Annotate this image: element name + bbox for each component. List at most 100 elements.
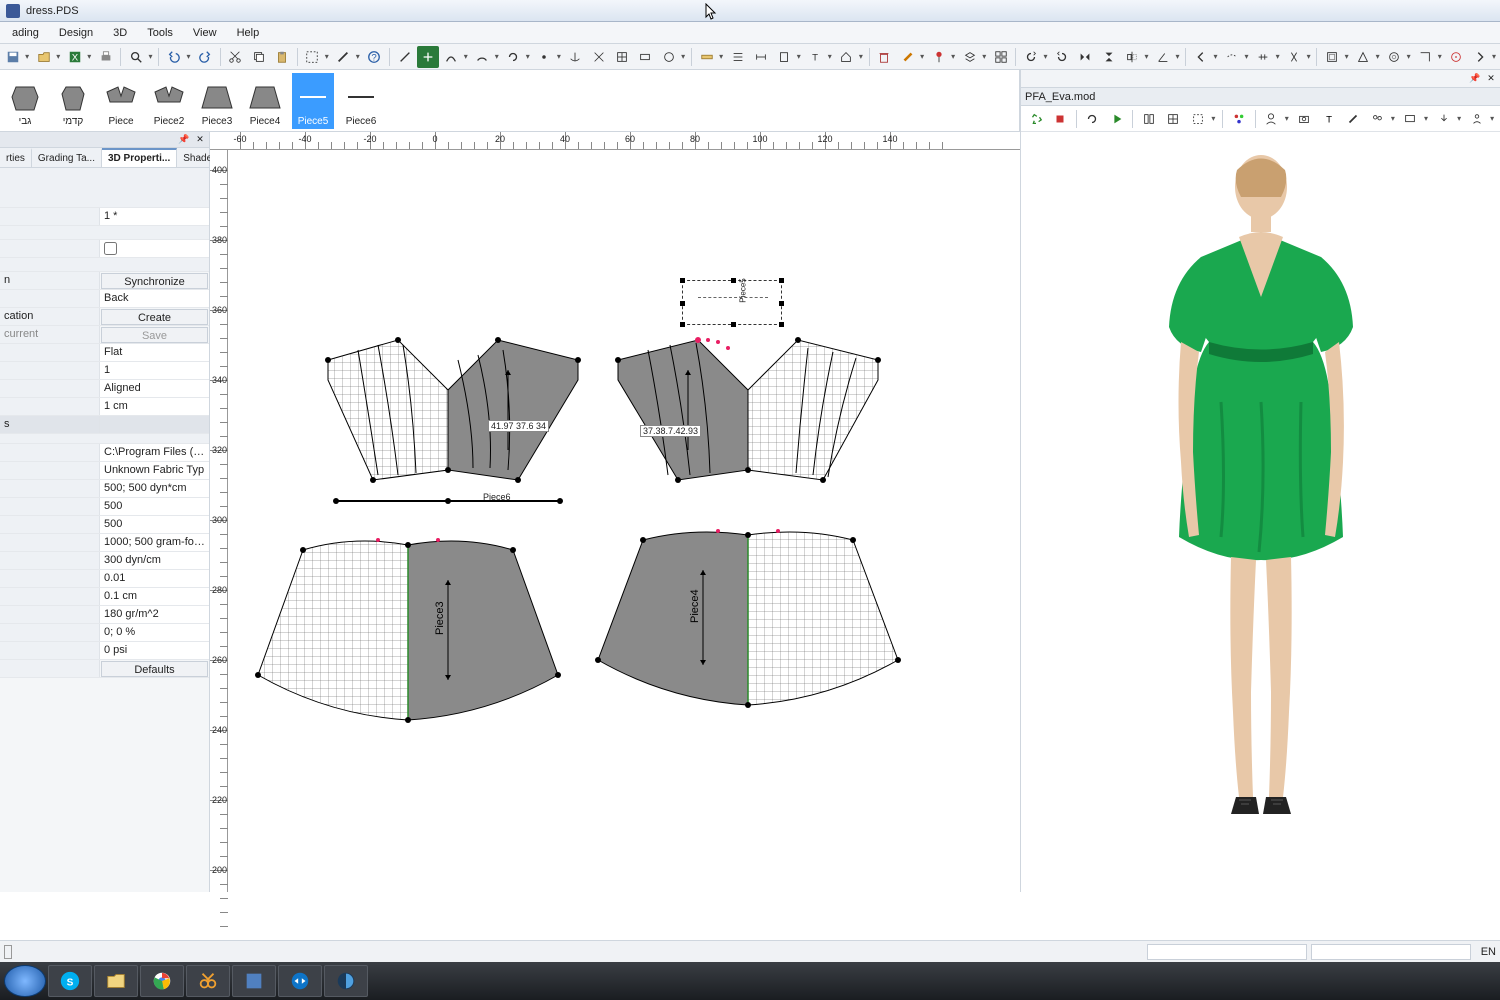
dropdown-icon[interactable]: ▾	[354, 52, 362, 61]
close-icon[interactable]: ✕	[193, 134, 207, 146]
taskbar-chrome-icon[interactable]	[140, 965, 184, 997]
grade2-tool-icon[interactable]	[1352, 46, 1373, 68]
avatar-icon[interactable]	[1260, 108, 1281, 130]
create-button[interactable]: Create	[101, 309, 208, 325]
paste-icon[interactable]	[271, 46, 292, 68]
menu-help[interactable]: Help	[227, 24, 270, 42]
pattern-tool-icon[interactable]	[774, 46, 795, 68]
taskbar-skype-icon[interactable]: S	[48, 965, 92, 997]
target-tool-icon[interactable]	[1446, 46, 1467, 68]
users-icon[interactable]	[1367, 108, 1388, 130]
dropdown-icon[interactable]: ▾	[323, 52, 331, 61]
view2-icon[interactable]	[1163, 108, 1184, 130]
piece-thumb-1[interactable]: קדמי	[52, 73, 94, 129]
taskbar-app1-icon[interactable]	[186, 965, 230, 997]
seam-tool-icon[interactable]	[1221, 46, 1242, 68]
grade4-tool-icon[interactable]	[1415, 46, 1436, 68]
excel-icon[interactable]: X	[64, 46, 85, 68]
dropdown-icon[interactable]: ▾	[85, 52, 93, 61]
mirror-tool-icon[interactable]	[1121, 46, 1142, 68]
tool-icon[interactable]	[333, 46, 354, 68]
scissors-tool-icon[interactable]	[588, 46, 609, 68]
refresh-icon[interactable]	[1082, 108, 1103, 130]
curve-tool-icon[interactable]	[441, 46, 462, 68]
dropdown-icon[interactable]: ▾	[54, 52, 62, 61]
tab-grading[interactable]: Grading Ta...	[32, 148, 102, 167]
pattern-piece-right-top[interactable]	[608, 330, 888, 490]
home-tool-icon[interactable]	[836, 46, 857, 68]
pin-tool-icon[interactable]	[928, 46, 949, 68]
anchor-tool-icon[interactable]	[565, 46, 586, 68]
copy-icon[interactable]	[248, 46, 269, 68]
text3d-icon[interactable]: T	[1318, 108, 1339, 130]
prop-checkbox[interactable]	[104, 242, 117, 255]
flip-v-icon[interactable]	[1098, 46, 1119, 68]
piece-thumb-0[interactable]: גבי	[4, 73, 46, 129]
align-tool-icon[interactable]	[727, 46, 748, 68]
taskbar-app3-icon[interactable]	[324, 965, 368, 997]
layer-tool-icon[interactable]	[959, 46, 980, 68]
pin-icon[interactable]: 📌	[1468, 73, 1482, 85]
brush-tool-icon[interactable]	[897, 46, 918, 68]
taskbar-teamviewer-icon[interactable]	[278, 965, 322, 997]
zoom-icon[interactable]	[125, 46, 146, 68]
redo-icon[interactable]	[194, 46, 215, 68]
arc-tool-icon[interactable]	[472, 46, 493, 68]
menu-3d[interactable]: 3D	[103, 24, 137, 42]
export-icon[interactable]	[1433, 108, 1454, 130]
delete-tool-icon[interactable]	[874, 46, 895, 68]
people-icon[interactable]	[1466, 108, 1487, 130]
circle-tool-icon[interactable]	[658, 46, 679, 68]
material-icon[interactable]	[1228, 108, 1249, 130]
rot-ccw-icon[interactable]	[1051, 46, 1072, 68]
cut-icon[interactable]	[225, 46, 246, 68]
measure-tool-icon[interactable]	[696, 46, 717, 68]
piece-thumb-6[interactable]: Piece5	[292, 73, 334, 129]
open-icon[interactable]	[33, 46, 54, 68]
display-icon[interactable]	[1400, 108, 1421, 130]
rect-tool-icon[interactable]	[635, 46, 656, 68]
pattern-piece6[interactable]	[333, 495, 563, 507]
undo-icon[interactable]	[163, 46, 184, 68]
synchronize-button[interactable]: Synchronize	[101, 273, 208, 289]
save-button[interactable]: Save	[101, 327, 208, 343]
arrow-l-icon[interactable]	[1190, 46, 1211, 68]
dropdown-icon[interactable]: ▾	[185, 52, 193, 61]
3d-viewport[interactable]	[1021, 132, 1500, 892]
arrow-r-icon[interactable]	[1469, 46, 1490, 68]
view1-icon[interactable]	[1138, 108, 1159, 130]
grid2-tool-icon[interactable]	[990, 46, 1011, 68]
piece-thumb-7[interactable]: Piece6	[340, 73, 382, 129]
play-icon[interactable]	[1106, 108, 1127, 130]
select-icon[interactable]	[302, 46, 323, 68]
taskbar-app2-icon[interactable]	[232, 965, 276, 997]
help-icon[interactable]: ?	[364, 46, 385, 68]
tab-3d-properties[interactable]: 3D Properti...	[102, 148, 177, 167]
menu-view[interactable]: View	[183, 24, 227, 42]
defaults-button[interactable]: Defaults	[101, 661, 208, 677]
piece-thumb-4[interactable]: Piece3	[196, 73, 238, 129]
dim-tool-icon[interactable]	[750, 46, 771, 68]
grid-tool-icon[interactable]	[611, 46, 632, 68]
taskbar-explorer-icon[interactable]	[94, 965, 138, 997]
dropdown-icon[interactable]: ▾	[147, 52, 155, 61]
pattern-piece4[interactable]: Piece4	[588, 515, 908, 715]
menu-design[interactable]: Design	[49, 24, 103, 42]
rot-cw-icon[interactable]	[1020, 46, 1041, 68]
save-icon[interactable]	[2, 46, 23, 68]
pattern-piece3[interactable]: Piece3	[248, 520, 568, 730]
pen3d-icon[interactable]	[1342, 108, 1363, 130]
line-tool-icon[interactable]	[394, 46, 415, 68]
point-tool-icon[interactable]	[534, 46, 555, 68]
recycle-icon[interactable]	[1025, 108, 1046, 130]
close-panel-icon[interactable]: ✕	[1484, 73, 1498, 85]
angle-tool-icon[interactable]	[1152, 46, 1173, 68]
pattern-piece-left-top[interactable]	[318, 330, 588, 490]
pin-icon[interactable]: 📌	[177, 134, 191, 146]
grade-tool-icon[interactable]	[1321, 46, 1342, 68]
camera-icon[interactable]	[1294, 108, 1315, 130]
view3-icon[interactable]	[1187, 108, 1208, 130]
menu-ading[interactable]: ading	[2, 24, 49, 42]
notch-tool-icon[interactable]	[1252, 46, 1273, 68]
selection-box[interactable]: Piece5	[682, 280, 782, 325]
